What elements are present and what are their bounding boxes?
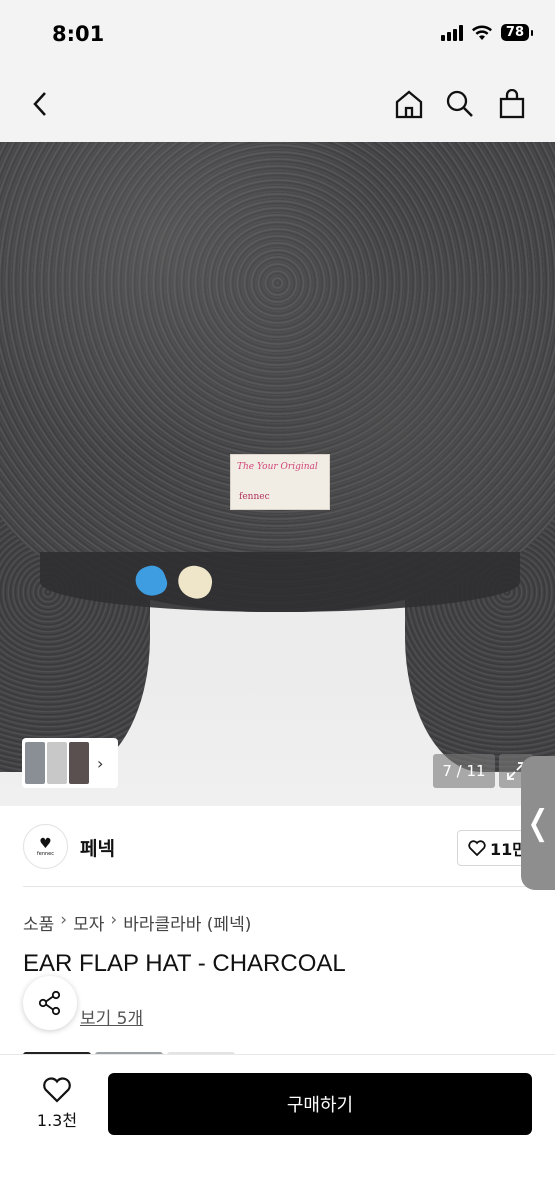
shop-name[interactable]: 페넥	[80, 834, 115, 861]
home-button[interactable]	[391, 86, 427, 122]
shopping-bag-icon	[499, 89, 525, 119]
product-title: EAR FLAP HAT - CHARCOAL	[23, 950, 346, 977]
hat-crown	[0, 142, 555, 612]
breadcrumb-item[interactable]: 모자	[73, 910, 104, 935]
bottom-bar: 1.3천 구매하기	[0, 1054, 555, 1200]
wifi-icon	[471, 25, 492, 40]
image-counter: 7 / 11	[433, 754, 495, 788]
wishlist-count: 1.3천	[36, 1111, 78, 1130]
heart-icon	[43, 1077, 71, 1103]
signal-icon	[440, 24, 463, 41]
hat-label-script: The Your Original	[237, 462, 318, 472]
hat-brim	[40, 552, 520, 612]
search-icon	[446, 90, 473, 117]
share-icon	[38, 990, 61, 1016]
status-bar: 8:01 78	[0, 0, 555, 70]
back-button[interactable]	[22, 86, 58, 122]
chevron-left-icon: ❬	[523, 803, 553, 843]
thumbnail[interactable]	[47, 742, 67, 784]
home-icon	[395, 90, 423, 119]
chevron-left-icon	[33, 92, 46, 116]
thumbnail[interactable]	[25, 742, 45, 784]
divider	[23, 886, 555, 887]
shop-logo-text: fennec	[37, 850, 54, 857]
breadcrumb: 소품 › 모자 › 바라클라바 (페넥)	[23, 910, 251, 935]
shop-row[interactable]: ♥ fennec 페넥 11만	[0, 806, 555, 886]
heart-icon	[468, 840, 486, 856]
thumbnail-strip[interactable]: ›	[22, 738, 118, 788]
side-drawer-tab[interactable]: ❬	[521, 756, 555, 890]
heart-logo-icon: ♥	[39, 835, 52, 852]
hat-label-brand: fennec	[239, 492, 270, 502]
chevron-right-icon: ›	[110, 910, 118, 930]
product-image[interactable]: The Your Original fennec › 7 / 11	[0, 142, 555, 806]
chevron-right-icon: ›	[60, 910, 68, 930]
search-button[interactable]	[442, 86, 478, 122]
thumbnail[interactable]	[69, 742, 89, 784]
nav-bar	[0, 70, 555, 142]
shop-logo[interactable]: ♥ fennec	[23, 824, 68, 869]
buy-button[interactable]: 구매하기	[108, 1073, 532, 1135]
wishlist-button[interactable]: 1.3천	[28, 1077, 86, 1131]
share-button[interactable]	[23, 976, 77, 1030]
battery-indicator: 78	[500, 24, 534, 41]
breadcrumb-item[interactable]: 소품	[23, 910, 54, 935]
review-link[interactable]: 보기 5개	[80, 1004, 143, 1029]
chevron-right-icon[interactable]: ›	[97, 754, 103, 773]
status-time: 8:01	[52, 22, 105, 46]
breadcrumb-item[interactable]: 바라클라바 (페넥)	[123, 910, 251, 935]
cart-button[interactable]	[494, 86, 530, 122]
status-icons: 78	[440, 24, 534, 41]
hat-label: The Your Original fennec	[230, 454, 330, 510]
